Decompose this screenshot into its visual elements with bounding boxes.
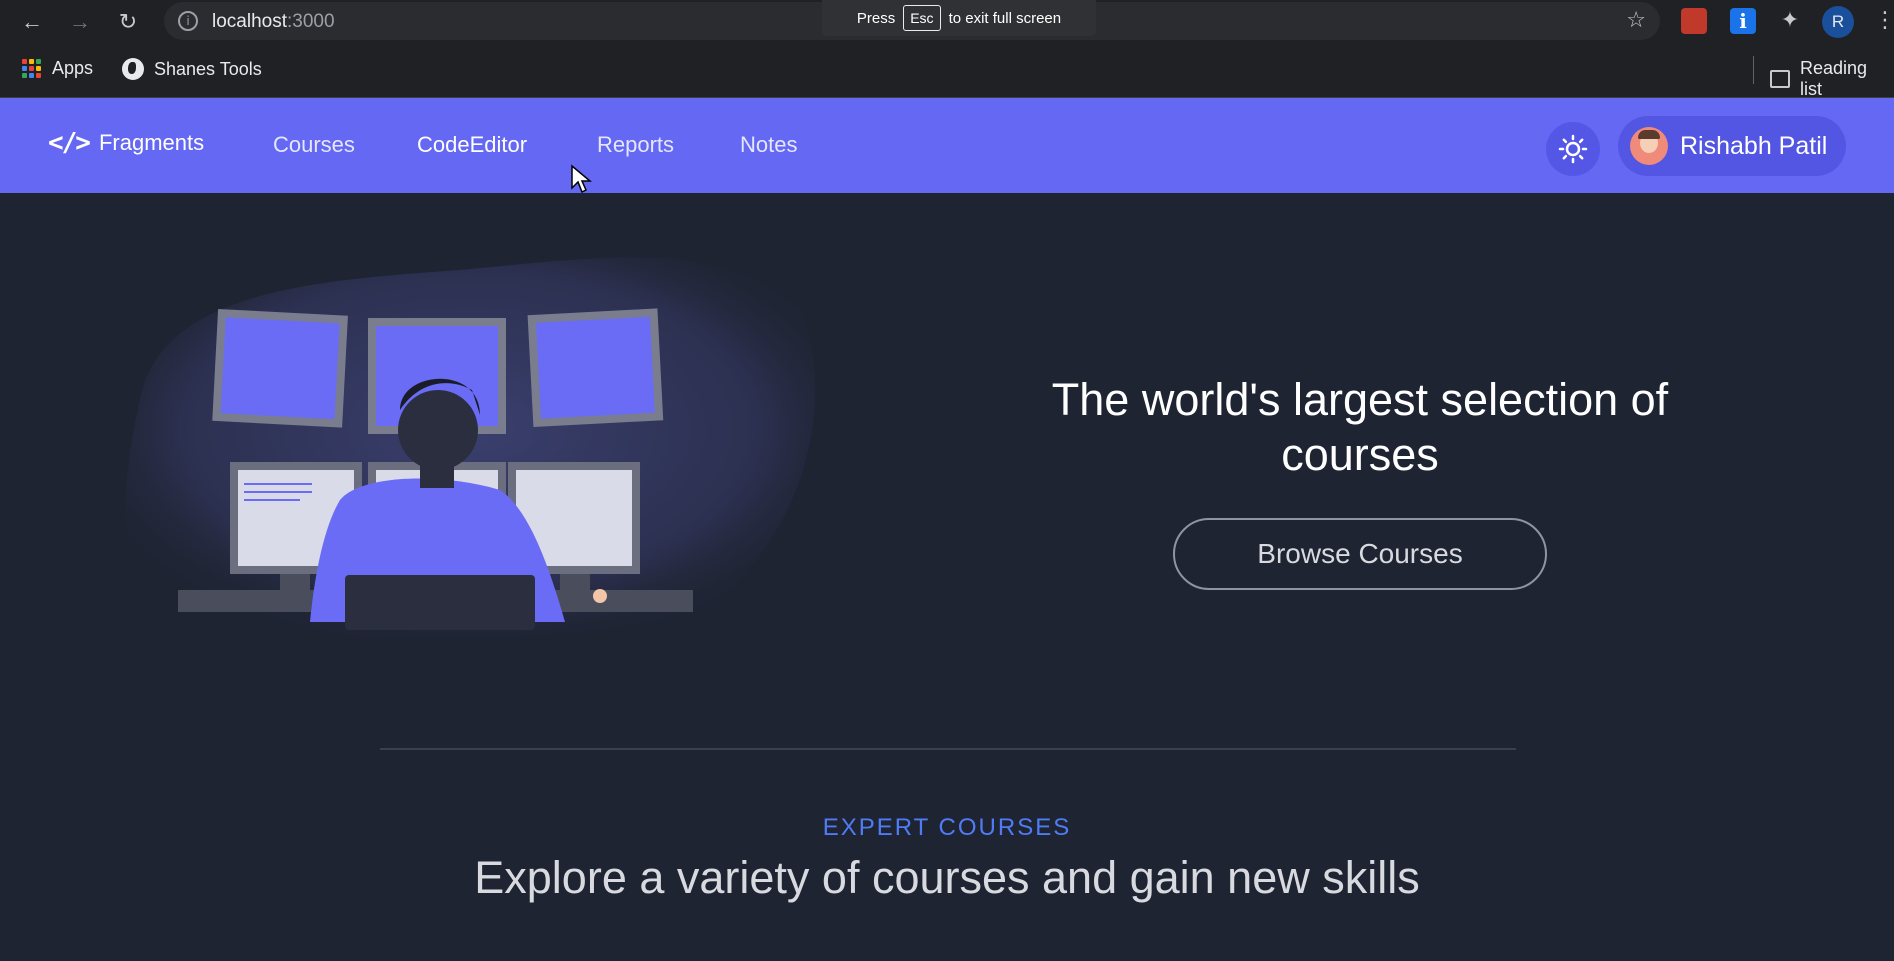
reading-list-icon	[1770, 70, 1790, 88]
hero-title: The world's largest selection of courses	[980, 372, 1740, 482]
nav-link-courses[interactable]: Courses	[273, 132, 355, 158]
browser-toolbar: ← → ↻ i localhost:3000 ☆ Press Esc to ex…	[0, 0, 1894, 44]
nav-link-notes[interactable]: Notes	[740, 132, 797, 158]
sun-icon	[1558, 134, 1588, 164]
bookmark-apps[interactable]: Apps	[22, 58, 93, 79]
site-info-icon[interactable]: i	[178, 11, 198, 31]
fullscreen-notice-pre: Press	[856, 9, 896, 27]
bookmark-star-icon[interactable]: ☆	[1626, 8, 1646, 33]
url-text: localhost:3000	[212, 11, 335, 33]
reading-list-label: Reading list	[1799, 58, 1868, 99]
section-eyebrow: EXPERT COURSES	[822, 814, 1072, 841]
theme-toggle-button[interactable]	[1546, 122, 1600, 176]
browse-courses-button[interactable]: Browse Courses	[1173, 518, 1547, 590]
bookmarks-bar: Apps Shanes Tools Reading list	[0, 44, 1894, 100]
forward-icon[interactable]: →	[66, 8, 94, 36]
back-icon[interactable]: ←	[18, 8, 46, 36]
user-avatar	[1630, 127, 1668, 165]
browser-menu-icon[interactable]: ⋮	[1874, 8, 1894, 33]
book-extension-icon[interactable]	[1681, 8, 1707, 34]
globe-icon	[122, 58, 144, 80]
url-port: :3000	[287, 11, 335, 32]
bookmarks-divider	[1753, 56, 1754, 84]
app-navbar: </> Fragments Courses CodeEditor Reports…	[0, 98, 1894, 193]
nav-link-reports[interactable]: Reports	[597, 132, 674, 158]
code-icon: </>	[48, 128, 91, 158]
section-divider	[380, 748, 1516, 750]
mouse-cursor-icon	[571, 164, 592, 194]
reading-list[interactable]: Reading list	[1770, 58, 1894, 100]
bookmark-tools-label: Shanes Tools	[154, 58, 262, 79]
hero-title-line1: The world's largest selection of	[1051, 374, 1669, 425]
url-host: localhost	[212, 11, 287, 32]
apps-grid-icon	[22, 58, 42, 79]
fullscreen-notice-post: to exit full screen	[948, 9, 1062, 27]
bookmark-shanes-tools[interactable]: Shanes Tools	[122, 58, 262, 80]
developer-illustration	[125, 257, 816, 638]
section-title: Explore a variety of courses and gain ne…	[474, 852, 1420, 903]
bookmark-apps-label: Apps	[52, 58, 94, 78]
profile-avatar[interactable]: R	[1822, 6, 1854, 38]
esc-key-label: Esc	[903, 5, 941, 31]
hero-title-line2: courses	[1281, 429, 1439, 480]
brand-name: Fragments	[98, 130, 205, 155]
user-name: Rishabh Patil	[1680, 131, 1828, 160]
info-extension-icon[interactable]: i	[1730, 8, 1756, 34]
nav-link-codeeditor[interactable]: CodeEditor	[417, 132, 527, 158]
reload-icon[interactable]: ↻	[114, 8, 142, 36]
extensions-puzzle-icon[interactable]: ✦	[1777, 8, 1803, 34]
user-menu-button[interactable]: Rishabh Patil	[1618, 116, 1846, 176]
brand-link[interactable]: </> Fragments	[48, 128, 204, 158]
fullscreen-notice: Press Esc to exit full screen	[822, 0, 1096, 36]
